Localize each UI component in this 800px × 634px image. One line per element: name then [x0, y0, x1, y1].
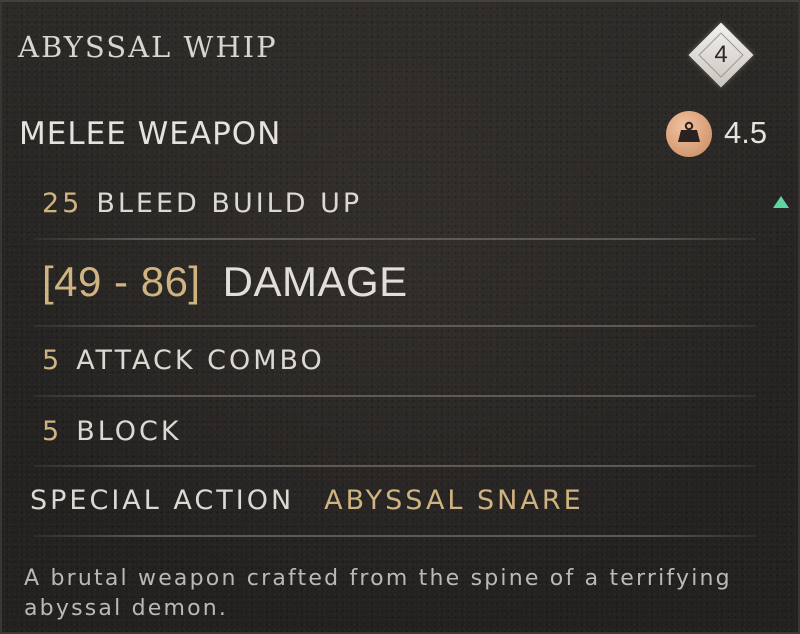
special-action: SPECIAL ACTION ABYSSAL SNARE: [30, 485, 584, 516]
special-action-value: ABYSSAL SNARE: [324, 485, 584, 516]
bleed-value: 25: [42, 188, 83, 219]
up-arrow-icon: [773, 196, 789, 208]
attack-combo-value: 5: [42, 345, 63, 376]
tier-badge: 4: [685, 19, 757, 91]
special-action-label: SPECIAL ACTION: [30, 485, 295, 516]
weight-icon: [666, 111, 712, 157]
block-label: BLOCK: [76, 416, 182, 447]
attack-combo-label: ATTACK COMBO: [76, 345, 325, 376]
damage-value: [49 - 86]: [42, 258, 201, 305]
divider: [34, 465, 756, 467]
item-type: MELEE WEAPON: [19, 116, 282, 152]
item-tooltip: ABYSSAL WHIP 4 MELEE WEAPON 4.5 25 BLEED …: [0, 0, 800, 634]
block-value: 5: [42, 416, 63, 447]
divider: [34, 535, 756, 537]
stat-attack-combo: 5 ATTACK COMBO: [42, 345, 325, 376]
bleed-label: BLEED BUILD UP: [96, 188, 363, 219]
divider: [34, 238, 756, 240]
damage-label: DAMAGE: [222, 258, 408, 305]
item-description: A brutal weapon crafted from the spine o…: [24, 566, 732, 621]
stat-damage: [49 - 86] DAMAGE: [42, 258, 408, 306]
divider: [34, 325, 756, 327]
item-name: ABYSSAL WHIP: [18, 30, 278, 64]
weight-value: 4.5: [724, 115, 768, 150]
divider: [34, 395, 756, 397]
tier-number: 4: [714, 41, 728, 68]
stat-bleed: 25 BLEED BUILD UP: [42, 188, 362, 219]
stat-block: 5 BLOCK: [42, 416, 182, 447]
